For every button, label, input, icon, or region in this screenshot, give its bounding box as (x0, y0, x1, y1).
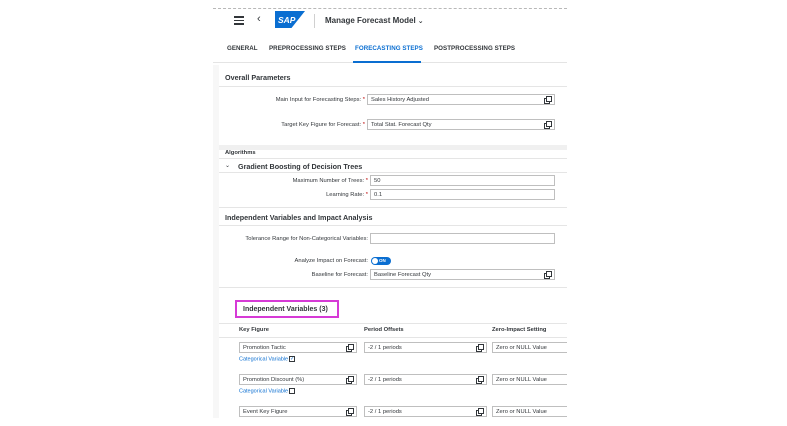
key-figure-field[interactable]: Promotion Discount (%) (239, 374, 357, 385)
divider (219, 86, 567, 87)
main-input-field[interactable]: Sales History Adjusted (367, 94, 555, 105)
period-offsets-value: -2 / 1 periods (368, 345, 402, 351)
collapse-chevron-icon[interactable]: ⌄ (225, 162, 230, 169)
baseline-label: Baseline for Forecast: (311, 272, 368, 278)
hamburger-menu-icon[interactable] (234, 16, 244, 25)
categorical-checkbox-checked[interactable]: ✓ (289, 355, 296, 362)
divider (219, 172, 567, 173)
tab-bar: GENERAL PREPROCESSING STEPS FORECASTING … (213, 43, 567, 63)
learning-rate-value: 0.1 (374, 192, 383, 198)
independent-variables-impact-title: Independent Variables and Impact Analysi… (225, 213, 373, 222)
independent-variables-title: Independent Variables (3) (243, 306, 328, 313)
divider (219, 323, 567, 324)
divider (219, 287, 567, 288)
forecast-steps-panel: Overall Parameters Main Input for Foreca… (219, 65, 567, 418)
value-help-icon[interactable] (346, 344, 354, 352)
value-help-icon[interactable] (346, 408, 354, 416)
tab-general[interactable]: GENERAL (227, 45, 258, 52)
zero-impact-select[interactable]: Zero or NULL Value (492, 374, 567, 385)
key-figure-value: Promotion Discount (%) (243, 377, 305, 383)
target-key-figure-field[interactable]: Total Stat. Forecast Qty (367, 119, 555, 130)
analyze-impact-label: Analyze Impact on Forecast: (294, 258, 368, 264)
key-figure-field[interactable]: Event Key Figure (239, 406, 357, 417)
chevron-down-icon: ⌄ (417, 18, 424, 25)
main-input-label: Main Input for Forecasting Steps: * (275, 97, 365, 103)
divider (219, 225, 567, 226)
shell-bar: ‹ SAP Manage Forecast Model ⌄ (213, 8, 567, 34)
app-title: Manage Forecast Model (325, 16, 416, 25)
zero-impact-select[interactable]: Zero or NULL Value (492, 342, 567, 353)
value-help-icon[interactable] (476, 376, 484, 384)
baseline-value: Baseline Forecast Qty (374, 272, 432, 278)
gradient-boosting-title: Gradient Boosting of Decision Trees (238, 162, 363, 171)
period-offsets-field[interactable]: -2 / 1 periods (364, 342, 487, 353)
tab-postprocessing-steps[interactable]: POSTPROCESSING STEPS (434, 45, 515, 52)
content-area: Overall Parameters Main Input for Foreca… (213, 65, 567, 418)
target-key-figure-label: Target Key Figure for Forecast: * (281, 122, 365, 128)
zero-impact-select[interactable]: Zero or NULL Value (492, 406, 567, 417)
divider (219, 207, 567, 208)
tolerance-range-input[interactable] (370, 233, 555, 244)
value-help-icon[interactable] (476, 408, 484, 416)
max-trees-label: Maximum Number of Trees: * (292, 178, 368, 184)
period-offsets-field[interactable]: -2 / 1 periods (364, 374, 487, 385)
learning-rate-label: Learning Rate: * (326, 192, 368, 198)
analyze-impact-toggle[interactable]: ON (371, 257, 391, 265)
key-figure-value: Promotion Tactic (243, 345, 286, 351)
back-icon[interactable]: ‹ (257, 13, 261, 25)
overall-parameters-title: Overall Parameters (225, 73, 291, 82)
value-help-icon[interactable] (476, 344, 484, 352)
period-offsets-value: -2 / 1 periods (368, 409, 402, 415)
categorical-checkbox-unchecked[interactable] (289, 387, 296, 394)
column-header-zero-impact[interactable]: Zero-Impact Setting (492, 327, 546, 333)
app-title-menu[interactable]: Manage Forecast Model ⌄ (325, 16, 424, 25)
zero-impact-value: Zero or NULL Value (496, 377, 547, 383)
zero-impact-value: Zero or NULL Value (496, 409, 547, 415)
column-header-period-offsets[interactable]: Period Offsets (364, 327, 404, 333)
categorical-variable-label: Categorical Variable ✓ (239, 355, 296, 363)
max-trees-value: 50 (374, 178, 381, 184)
max-trees-input[interactable]: 50 (370, 175, 555, 186)
categorical-variable-label: Categorical Variable (239, 387, 296, 394)
tab-forecasting-steps[interactable]: FORECASTING STEPS (355, 45, 423, 52)
active-tab-indicator (353, 61, 421, 63)
main-input-value: Sales History Adjusted (371, 97, 429, 103)
key-figure-field[interactable]: Promotion Tactic (239, 342, 357, 353)
value-help-icon[interactable] (544, 271, 552, 279)
key-figure-value: Event Key Figure (243, 409, 288, 415)
column-header-key-figure[interactable]: Key Figure (239, 327, 269, 333)
value-help-icon[interactable] (544, 96, 552, 104)
divider (219, 337, 567, 338)
algorithms-title: Algorithms (225, 150, 256, 156)
sap-logo[interactable]: SAP (275, 11, 305, 28)
period-offsets-field[interactable]: -2 / 1 periods (364, 406, 487, 417)
shell-divider (314, 14, 315, 28)
period-offsets-value: -2 / 1 periods (368, 377, 402, 383)
tab-preprocessing-steps[interactable]: PREPROCESSING STEPS (269, 45, 346, 52)
baseline-field[interactable]: Baseline Forecast Qty (370, 269, 555, 280)
target-key-figure-value: Total Stat. Forecast Qty (371, 122, 432, 128)
independent-variables-highlight: Independent Variables (3) (235, 300, 339, 318)
divider (219, 158, 567, 159)
value-help-icon[interactable] (346, 376, 354, 384)
tolerance-range-label: Tolerance Range for Non-Categorical Vari… (245, 236, 368, 242)
value-help-icon[interactable] (544, 121, 552, 129)
learning-rate-input[interactable]: 0.1 (370, 189, 555, 200)
section-gap (219, 145, 567, 150)
app-window: ‹ SAP Manage Forecast Model ⌄ GENERAL PRE… (213, 8, 567, 418)
zero-impact-value: Zero or NULL Value (496, 345, 547, 351)
